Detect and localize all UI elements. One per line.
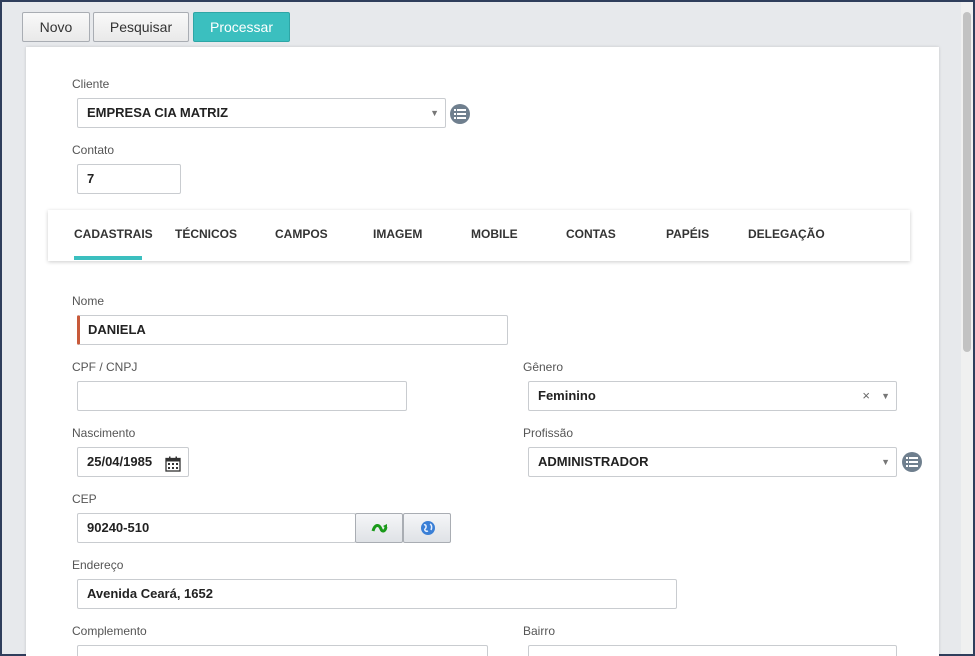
complement-label: Complemento [72,624,147,638]
gender-value: Feminino [538,388,596,403]
tab-tecnicos[interactable]: TÉCNICOS [175,227,237,241]
chevron-down-icon: ▼ [881,457,890,467]
client-value: EMPRESA CIA MATRIZ [87,105,229,120]
contact-label: Contato [72,143,115,157]
tab-delegacao[interactable]: DELEGAÇÃO [748,227,825,241]
cep-input[interactable]: 90240-510 [77,513,356,543]
contact-input[interactable]: 7 [77,164,181,194]
birth-date-input[interactable]: 25/04/1985 [77,447,189,477]
list-icon[interactable] [902,452,922,472]
district-input[interactable] [528,645,897,656]
address-input[interactable]: Avenida Ceará, 1652 [77,579,677,609]
new-button[interactable]: Novo [22,12,90,42]
active-tab-indicator [74,256,142,260]
clear-icon[interactable]: × [862,382,870,410]
tab-cadastrais[interactable]: CADASTRAIS [74,227,153,241]
process-button[interactable]: Processar [193,12,290,42]
list-icon[interactable] [450,104,470,124]
cpf-input[interactable] [77,381,407,411]
tab-mobile[interactable]: MOBILE [471,227,518,241]
district-label: Bairro [523,624,556,638]
chevron-down-icon: ▼ [430,108,439,118]
profession-label: Profissão [523,426,574,440]
tab-bar: CADASTRAIS TÉCNICOS CAMPOS IMAGEM MOBILE… [48,210,910,261]
complement-input[interactable] [77,645,488,656]
name-input[interactable]: DANIELA [77,315,508,345]
address-label: Endereço [72,558,124,572]
tab-imagem[interactable]: IMAGEM [373,227,422,241]
client-select[interactable]: EMPRESA CIA MATRIZ ▼ [77,98,446,128]
cpf-label: CPF / CNPJ [72,360,138,374]
cep-lookup-button[interactable] [355,513,403,543]
profession-value: ADMINISTRADOR [538,454,649,469]
map-button[interactable] [403,513,451,543]
gender-select[interactable]: Feminino × ▼ [528,381,897,411]
tab-campos[interactable]: CAMPOS [275,227,328,241]
tab-contas[interactable]: CONTAS [566,227,616,241]
profession-select[interactable]: ADMINISTRADOR ▼ [528,447,897,477]
birth-date-value: 25/04/1985 [87,454,153,469]
birth-label: Nascimento [72,426,136,440]
cep-label: CEP [72,492,97,506]
calendar-icon[interactable] [165,454,181,472]
client-label: Cliente [72,77,110,91]
scrollbar-thumb[interactable] [963,12,971,352]
name-label: Nome [72,294,105,308]
chevron-down-icon: ▼ [881,391,890,401]
search-button[interactable]: Pesquisar [93,12,189,42]
tab-papeis[interactable]: PAPÉIS [666,227,709,241]
form-panel: Cliente EMPRESA CIA MATRIZ ▼ Contato 7 C… [26,47,939,656]
scrollbar[interactable] [961,2,973,654]
gender-label: Gênero [523,360,564,374]
